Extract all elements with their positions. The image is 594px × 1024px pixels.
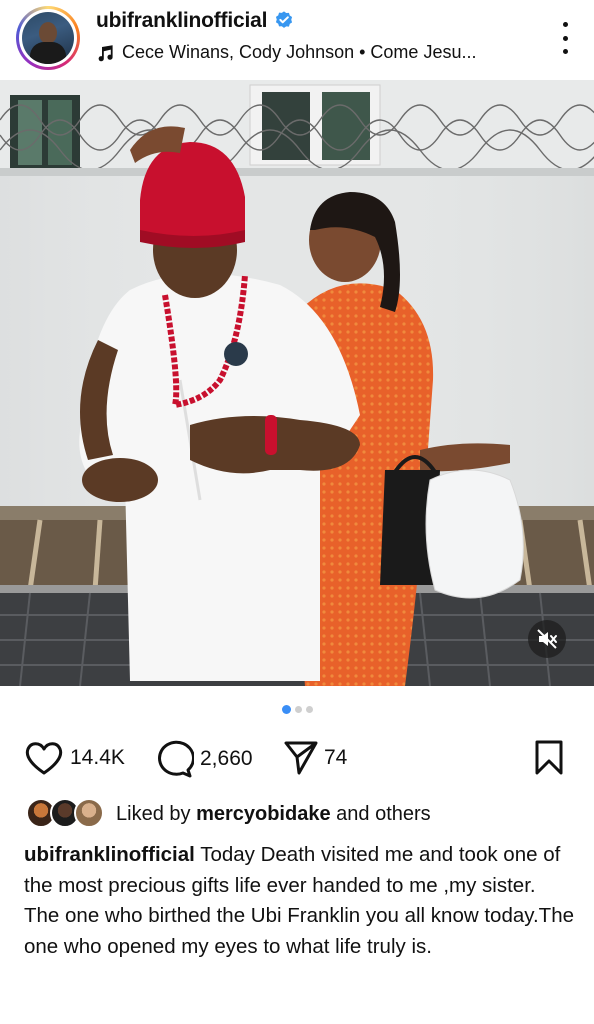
carousel-dot[interactable] — [305, 706, 313, 713]
post-image[interactable] — [0, 80, 594, 686]
carousel-dot-active[interactable] — [281, 705, 291, 714]
comment-icon — [158, 740, 194, 778]
carousel-dot[interactable] — [294, 706, 302, 713]
verified-icon — [276, 11, 293, 28]
music-text: Cece Winans, Cody Johnson • Come Jesu... — [122, 42, 477, 62]
like-button[interactable]: 14.4K — [24, 740, 125, 776]
carousel-indicator — [0, 705, 594, 714]
liked-by-user-link[interactable]: mercyobidake — [196, 803, 331, 825]
share-count: 74 — [324, 746, 348, 769]
bookmark-icon — [535, 740, 563, 775]
avatar — [74, 798, 104, 828]
post-caption: ubifranklinofficial Today Death visited … — [24, 840, 576, 962]
share-button[interactable]: 74 — [284, 740, 347, 776]
comment-count: 2,660 — [200, 747, 253, 770]
music-attribution[interactable]: Cece Winans, Cody Johnson • Come Jesu... — [96, 42, 476, 63]
username-text: ubifranklinofficial — [96, 9, 268, 32]
mute-icon — [537, 629, 557, 649]
comment-button[interactable]: 2,660 — [154, 740, 253, 778]
post-header: ubifranklinofficial Cece Winans, Cody Jo… — [0, 0, 594, 80]
liked-by-avatars — [26, 798, 106, 830]
more-icon — [562, 22, 568, 27]
like-count: 14.4K — [70, 746, 125, 769]
heart-icon — [25, 742, 63, 775]
mute-button[interactable] — [528, 620, 566, 658]
liked-by-row[interactable]: Liked by mercyobidake and others — [26, 798, 431, 830]
save-button[interactable] — [534, 740, 564, 776]
post-photo-illustration — [0, 80, 594, 686]
profile-avatar[interactable] — [16, 6, 80, 70]
caption-username[interactable]: ubifranklinofficial — [24, 843, 195, 866]
post-actions: 14.4K 2,660 74 — [0, 736, 594, 780]
username-link[interactable]: ubifranklinofficial — [96, 9, 295, 33]
liked-by-suffix[interactable]: and others — [336, 803, 431, 825]
share-icon — [284, 741, 318, 775]
caption-text-2: The one who birthed the Ubi Franklin you… — [24, 904, 575, 958]
liked-by-prefix: Liked by — [116, 802, 191, 825]
more-options-button[interactable] — [560, 22, 570, 54]
music-note-icon — [98, 44, 113, 61]
